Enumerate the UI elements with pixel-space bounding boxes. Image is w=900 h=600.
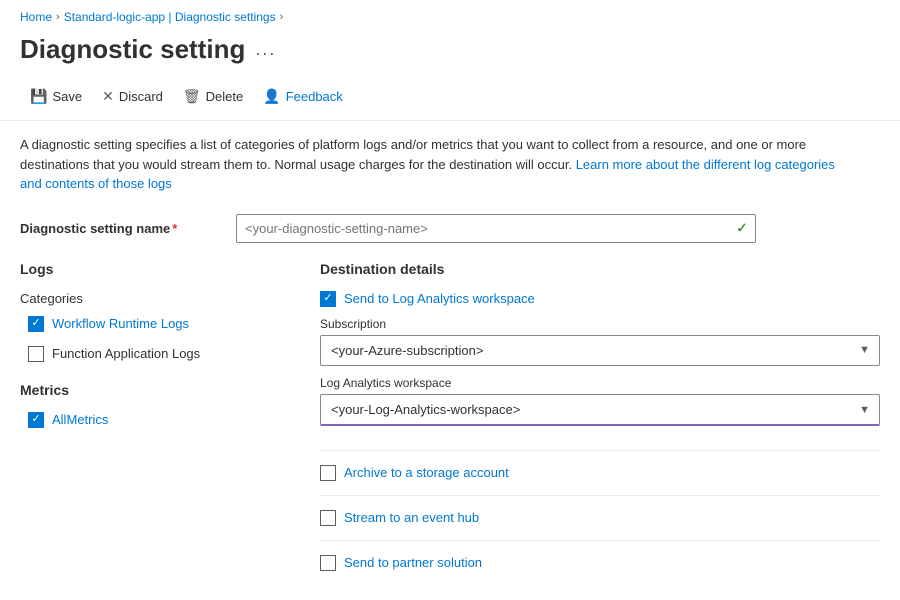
dest-section-title: Destination details — [320, 261, 880, 277]
log-analytics-block: Send to Log Analytics workspace Subscrip… — [320, 291, 880, 451]
event-hub-label: Stream to an event hub — [344, 510, 479, 525]
storage-label: Archive to a storage account — [344, 465, 509, 480]
allmetrics-label: AllMetrics — [52, 412, 108, 427]
diag-name-input-wrapper: ✓ — [236, 214, 756, 243]
description: A diagnostic setting specifies a list of… — [0, 121, 860, 204]
required-marker: * — [172, 221, 177, 236]
feedback-label: Feedback — [286, 89, 343, 104]
delete-icon: 🗑 — [183, 88, 201, 105]
subscription-select-wrapper: <your-Azure-subscription> ▼ — [320, 335, 880, 366]
storage-block: Archive to a storage account — [320, 465, 880, 496]
workflow-logs-row[interactable]: Workflow Runtime Logs — [28, 316, 280, 332]
save-label: Save — [52, 89, 82, 104]
delete-label: Delete — [206, 89, 244, 104]
workflow-logs-label: Workflow Runtime Logs — [52, 316, 189, 331]
function-logs-checkbox[interactable] — [28, 346, 44, 362]
diag-name-input[interactable] — [236, 214, 756, 243]
left-column: Logs Categories Workflow Runtime Logs Fu… — [20, 261, 280, 599]
logs-section-title: Logs — [20, 261, 280, 277]
discard-button[interactable]: ✕ Discard — [92, 83, 173, 110]
function-logs-row[interactable]: Function Application Logs — [28, 346, 280, 362]
event-hub-checkbox[interactable] — [320, 510, 336, 526]
diag-name-row: Diagnostic setting name* ✓ — [20, 214, 880, 243]
log-analytics-check-row[interactable]: Send to Log Analytics workspace — [320, 291, 880, 307]
breadcrumb-home[interactable]: Home — [20, 10, 52, 24]
log-analytics-checkbox[interactable] — [320, 291, 336, 307]
partner-block: Send to partner solution — [320, 555, 880, 585]
delete-button[interactable]: 🗑 Delete — [173, 83, 253, 110]
storage-checkbox[interactable] — [320, 465, 336, 481]
log-analytics-workspace-select[interactable]: <your-Log-Analytics-workspace> — [320, 394, 880, 426]
metrics-section-title: Metrics — [20, 382, 280, 398]
page-title-ellipsis[interactable]: ... — [255, 39, 276, 60]
metrics-section: Metrics AllMetrics — [20, 382, 280, 428]
discard-label: Discard — [119, 89, 163, 104]
discard-icon: ✕ — [102, 88, 114, 105]
partner-label: Send to partner solution — [344, 555, 482, 570]
partner-check-row[interactable]: Send to partner solution — [320, 555, 880, 571]
subscription-wrapper: Subscription <your-Azure-subscription> ▼ — [320, 317, 880, 366]
feedback-button[interactable]: 👤 Feedback — [253, 83, 353, 110]
event-hub-block: Stream to an event hub — [320, 510, 880, 541]
partner-checkbox[interactable] — [320, 555, 336, 571]
subscription-label: Subscription — [320, 317, 880, 331]
allmetrics-checkbox[interactable] — [28, 412, 44, 428]
feedback-icon: 👤 — [263, 88, 280, 105]
log-analytics-workspace-label: Log Analytics workspace — [320, 376, 880, 390]
main-columns: Logs Categories Workflow Runtime Logs Fu… — [0, 261, 900, 599]
right-column: Destination details Send to Log Analytic… — [320, 261, 880, 599]
function-logs-label: Function Application Logs — [52, 346, 200, 361]
breadcrumb-app[interactable]: Standard-logic-app | Diagnostic settings — [64, 10, 276, 24]
save-icon: 💾 — [30, 88, 47, 105]
allmetrics-row[interactable]: AllMetrics — [28, 412, 280, 428]
save-button[interactable]: 💾 Save — [20, 83, 92, 110]
page-title: Diagnostic setting — [20, 34, 245, 65]
breadcrumb: Home › Standard-logic-app | Diagnostic s… — [0, 0, 900, 30]
storage-check-row[interactable]: Archive to a storage account — [320, 465, 880, 481]
subscription-select[interactable]: <your-Azure-subscription> — [320, 335, 880, 366]
page-title-area: Diagnostic setting ... — [0, 30, 900, 77]
log-analytics-workspace-wrapper: Log Analytics workspace <your-Log-Analyt… — [320, 376, 880, 426]
toolbar: 💾 Save ✕ Discard 🗑 Delete 👤 Feedback — [0, 77, 900, 121]
diag-name-label: Diagnostic setting name* — [20, 221, 220, 236]
breadcrumb-sep-1: › — [56, 11, 60, 23]
log-workspace-select-wrapper: <your-Log-Analytics-workspace> ▼ — [320, 394, 880, 426]
event-hub-check-row[interactable]: Stream to an event hub — [320, 510, 880, 526]
workflow-logs-checkbox[interactable] — [28, 316, 44, 332]
form-area: Diagnostic setting name* ✓ — [0, 204, 900, 243]
categories-label: Categories — [20, 291, 280, 306]
breadcrumb-sep-2: › — [280, 11, 284, 23]
log-analytics-label: Send to Log Analytics workspace — [344, 291, 535, 306]
input-valid-icon: ✓ — [736, 220, 748, 237]
